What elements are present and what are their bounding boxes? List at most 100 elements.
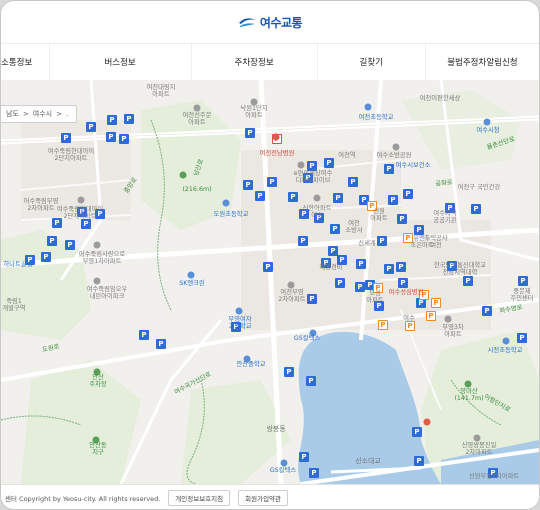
nav-item-bus[interactable]: 버스정보 — [50, 44, 192, 80]
parking-marker[interactable]: P — [306, 376, 316, 386]
breadcrumb-item-province[interactable]: 남도 — [6, 109, 19, 119]
map-label: 부영3차 아파트 — [442, 324, 464, 339]
poi-apartment[interactable] — [77, 196, 85, 204]
breadcrumb-item-district[interactable]: . — [66, 110, 68, 118]
parking-marker[interactable]: P — [86, 122, 96, 132]
parking-marker[interactable]: P — [255, 191, 265, 201]
parking-marker[interactable]: P — [307, 294, 317, 304]
poi-mountain[interactable] — [179, 171, 187, 179]
nav-item-directions[interactable]: 길찾기 — [318, 44, 426, 80]
poi-school[interactable] — [235, 307, 243, 315]
poi-apartment[interactable] — [287, 281, 295, 289]
breadcrumb-item-city[interactable]: 여수시 — [33, 109, 52, 119]
parking-marker[interactable]: P — [106, 132, 116, 142]
parking-marker[interactable]: P — [139, 330, 149, 340]
parking-marker[interactable]: P — [398, 278, 408, 288]
chevron-right-icon: > — [22, 110, 29, 118]
parking-marker[interactable]: P — [124, 114, 134, 124]
parking-marker-private[interactable]: P — [426, 311, 436, 321]
parking-marker[interactable]: P — [414, 456, 424, 466]
parking-marker-private[interactable]: P — [405, 321, 415, 331]
parking-marker[interactable]: P — [41, 252, 51, 262]
terms-button[interactable]: 회원가입약관 — [238, 489, 289, 506]
map-view[interactable]: P P P P P P P P P P P P P P P P P P P P … — [1, 80, 539, 484]
poi-city-hall[interactable] — [483, 118, 491, 126]
parking-marker[interactable]: P — [482, 306, 492, 316]
parking-marker[interactable]: P — [463, 276, 473, 286]
parking-marker-private[interactable]: P — [431, 298, 441, 308]
nav-item-illegal-parking-alert[interactable]: 불법주정차알림신청 — [426, 44, 539, 80]
parking-marker[interactable]: P — [517, 333, 527, 343]
poi-mountain[interactable] — [464, 380, 472, 388]
poi-gas-station[interactable] — [187, 271, 195, 279]
poi-apartment[interactable] — [313, 194, 321, 202]
parking-marker[interactable]: P — [245, 128, 255, 138]
poi-hospital[interactable] — [423, 418, 431, 426]
parking-marker[interactable]: P — [324, 158, 334, 168]
parking-marker[interactable]: P — [267, 177, 277, 187]
parking-marker[interactable]: P — [333, 193, 343, 203]
map-label: 유엔드 조은마트 — [410, 235, 434, 250]
privacy-policy-button[interactable]: 개인정보보호지침 — [168, 489, 231, 506]
map-label: 여천이편한세상 — [419, 95, 461, 102]
map-label: 쌍봉동 — [266, 425, 286, 433]
parking-marker[interactable]: P — [107, 115, 117, 125]
site-header: 여수교통 — [1, 1, 539, 43]
parking-marker[interactable]: P — [412, 427, 422, 437]
parking-marker[interactable]: P — [377, 236, 387, 246]
parking-marker[interactable]: P — [299, 452, 309, 462]
parking-marker[interactable]: P — [335, 278, 345, 288]
parking-marker[interactable]: P — [330, 224, 340, 234]
poi-apartment[interactable] — [93, 277, 101, 285]
site-logo[interactable]: 여수교통 — [238, 14, 303, 31]
parking-marker[interactable]: P — [243, 180, 253, 190]
map-label: 여천초등학교 — [358, 114, 394, 121]
parking-marker[interactable]: P — [348, 177, 358, 187]
parking-marker[interactable]: P — [355, 282, 365, 292]
parking-marker[interactable]: P — [65, 240, 75, 250]
parking-marker[interactable]: P — [397, 214, 407, 224]
map-label: GS칼텍스 — [269, 467, 297, 474]
app-window: 여수교통 소통정보 버스정보 주차장정보 길찾기 불법주정차알림신청 P P P… — [0, 0, 540, 510]
parking-marker[interactable]: P — [298, 236, 308, 246]
parking-marker[interactable]: P — [414, 225, 424, 235]
parking-marker[interactable]: P — [518, 276, 528, 286]
parking-marker[interactable]: P — [396, 262, 406, 272]
parking-marker[interactable]: P — [288, 192, 298, 202]
poi-apartment[interactable] — [473, 434, 481, 442]
map-label: SK엔크린 — [179, 280, 205, 287]
parking-marker-private[interactable]: P — [378, 320, 388, 330]
map-label: 여수 — [403, 315, 415, 322]
poi-apartment[interactable] — [93, 241, 101, 249]
parking-marker[interactable]: P — [81, 219, 91, 229]
parking-marker[interactable]: P — [356, 259, 366, 269]
poi-school[interactable] — [364, 103, 372, 111]
parking-marker[interactable]: P — [309, 468, 319, 478]
parking-marker[interactable]: P — [263, 262, 273, 272]
poi-apartment[interactable] — [193, 104, 201, 112]
poi-school[interactable] — [222, 199, 230, 207]
parking-marker[interactable]: P — [61, 133, 71, 143]
parking-marker[interactable]: P — [384, 164, 394, 174]
map-label: 여수죽림현대아이 2단지아파트 — [47, 148, 95, 163]
logo-text: 여수교통 — [259, 15, 303, 30]
parking-marker[interactable]: P — [156, 339, 166, 349]
nav-item-parking[interactable]: 주차장정보 — [192, 44, 318, 80]
parking-marker[interactable]: P — [284, 367, 294, 377]
poi-fire-park[interactable] — [392, 143, 400, 151]
map-label: 여천구 국민건강 — [457, 184, 501, 191]
parking-marker[interactable]: P — [388, 195, 398, 205]
parking-marker[interactable]: P — [119, 134, 129, 144]
map-label: 하나트골빌 — [3, 261, 33, 268]
parking-marker[interactable]: P — [403, 189, 413, 199]
poi-apartment[interactable] — [297, 161, 305, 169]
parking-marker[interactable]: P — [471, 204, 481, 214]
poi-school[interactable] — [502, 337, 510, 345]
parking-marker[interactable]: P — [384, 264, 394, 274]
poi-gas-station[interactable] — [280, 459, 288, 467]
poi-hospital[interactable] — [272, 133, 280, 141]
map-label: 신세계 — [358, 240, 376, 247]
poi-apartment[interactable] — [444, 315, 452, 323]
parking-marker[interactable]: P — [47, 236, 57, 246]
nav-item-traffic[interactable]: 소통정보 — [1, 44, 50, 80]
